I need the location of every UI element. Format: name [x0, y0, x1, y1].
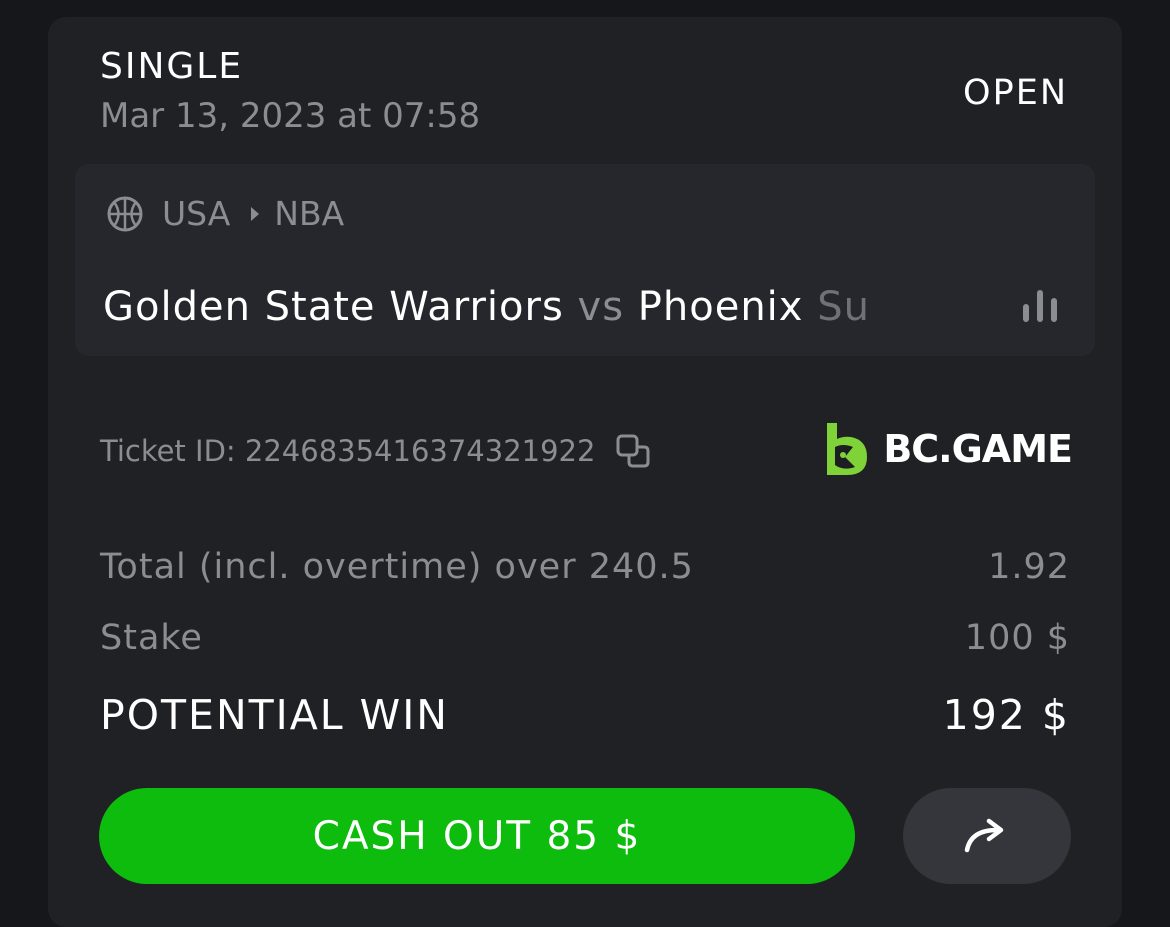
- stake-label: Stake: [100, 618, 203, 658]
- potential-win-row: POTENTIAL WIN 192 $: [100, 689, 1070, 741]
- potential-win-value: 192 $: [942, 691, 1070, 739]
- cash-out-button[interactable]: CASH OUT 85 $: [99, 788, 855, 884]
- ticket-id-row: Ticket ID: 2246835416374321922: [100, 431, 651, 471]
- odds-value: 1.92: [988, 547, 1070, 587]
- vs-label: vs: [577, 284, 625, 330]
- chevron-right-icon: [248, 194, 262, 234]
- league-breadcrumb: USA NBA: [106, 194, 344, 234]
- share-arrow-icon: [964, 818, 1004, 853]
- home-team: Golden State Warriors: [103, 284, 564, 330]
- potential-win-label: POTENTIAL WIN: [100, 691, 449, 739]
- stats-bars-icon[interactable]: [1019, 286, 1061, 326]
- event-box[interactable]: USA NBA Golden State Warriors vs Phoenix…: [75, 164, 1095, 356]
- bc-game-logo-icon: [827, 423, 868, 475]
- copy-icon[interactable]: [615, 433, 651, 469]
- bet-ticket-card: SINGLE Mar 13, 2023 at 07:58 OPEN USA NB…: [48, 17, 1122, 927]
- basketball-icon: [106, 195, 144, 233]
- league-label: NBA: [274, 194, 345, 233]
- stake-value: 100 $: [964, 618, 1070, 658]
- brand-logo: BC.GAME: [823, 419, 1073, 479]
- share-button[interactable]: [903, 788, 1071, 884]
- market-label: Total (incl. overtime) over 240.5: [100, 547, 694, 587]
- match-title: Golden State Warriors vs Phoenix Su: [103, 281, 965, 333]
- away-team: Phoenix: [637, 284, 804, 330]
- bet-type: SINGLE: [100, 46, 244, 87]
- country-label: USA: [162, 194, 231, 233]
- market-row: Total (incl. overtime) over 240.5 1.92: [100, 544, 1070, 590]
- bet-date: Mar 13, 2023 at 07:58: [100, 96, 481, 136]
- stake-row: Stake 100 $: [100, 615, 1070, 661]
- brand-name: BC.GAME: [883, 427, 1073, 471]
- bet-status: OPEN: [963, 73, 1068, 113]
- away-team-truncated: Su: [817, 284, 870, 330]
- ticket-id: Ticket ID: 2246835416374321922: [100, 434, 596, 468]
